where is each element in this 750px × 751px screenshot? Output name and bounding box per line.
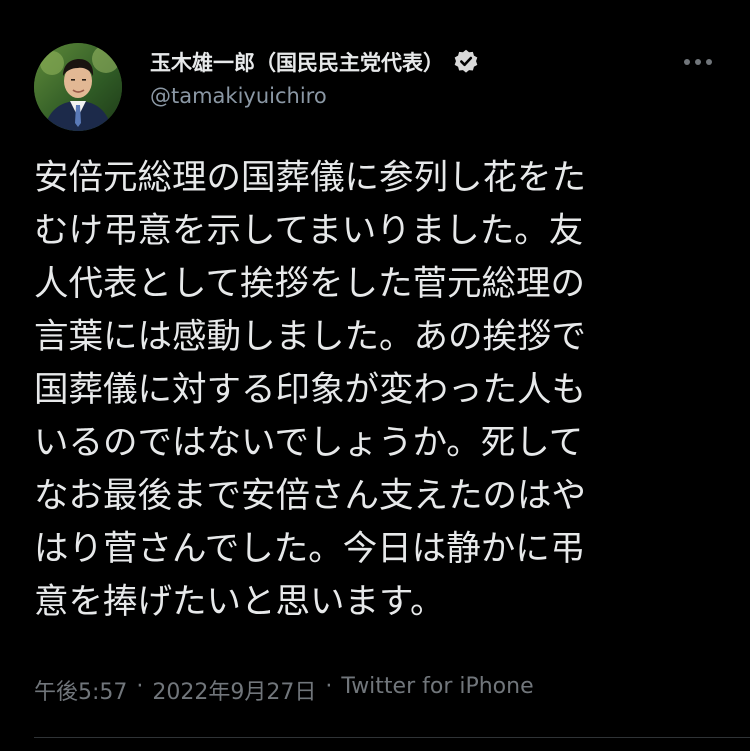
tweet-text-line: 意を捧げたいと思います。: [34, 582, 445, 622]
tweet-source[interactable]: Twitter for iPhone: [341, 674, 533, 706]
display-name[interactable]: 玉木雄一郎（国民民主党代表）: [150, 47, 444, 77]
tweet-date[interactable]: 2022年9月27日: [152, 674, 316, 706]
avatar[interactable]: [34, 43, 122, 131]
tweet-text: 安倍元総理の国葬儀に参列し花をた むけ弔意を示してまいりました。友 人代表として…: [34, 152, 724, 629]
tweet-header: 玉木雄一郎（国民民主党代表） @tamakiyuichiro: [34, 38, 724, 131]
avatar-photo-icon: [34, 43, 122, 131]
meta-separator: ·: [136, 674, 144, 699]
tweet-text-line: 人代表として挨拶をした菅元総理の: [34, 264, 585, 304]
tweet-text-line: なお最後まで安倍さん支えたのはや: [34, 476, 586, 516]
tweet-text-line: はり菅さんでした。今日は静かに弔: [34, 529, 585, 569]
divider: [34, 737, 750, 738]
tweet-metadata: 午後5:57 · 2022年9月27日 · Twitter for iPhone: [34, 674, 534, 706]
tweet-text-line: 言葉には感動しました。あの挨拶で: [34, 317, 586, 357]
verified-badge-icon: [452, 48, 480, 76]
tweet-text-line: むけ弔意を示してまいりました。友: [34, 211, 584, 251]
more-options-icon: [684, 59, 712, 65]
user-handle[interactable]: @tamakiyuichiro: [150, 84, 327, 108]
tweet-text-line: いるのではないでしょうか。死して: [34, 423, 584, 463]
meta-separator: ·: [325, 674, 333, 699]
name-row: 玉木雄一郎（国民民主党代表）: [150, 44, 480, 80]
tweet-text-line: 国葬儀に対する印象が変わった人も: [34, 370, 586, 410]
tweet-time[interactable]: 午後5:57: [34, 674, 127, 706]
tweet-text-line: 安倍元総理の国葬儀に参列し花をた: [34, 158, 586, 198]
more-options-button[interactable]: [678, 50, 718, 74]
